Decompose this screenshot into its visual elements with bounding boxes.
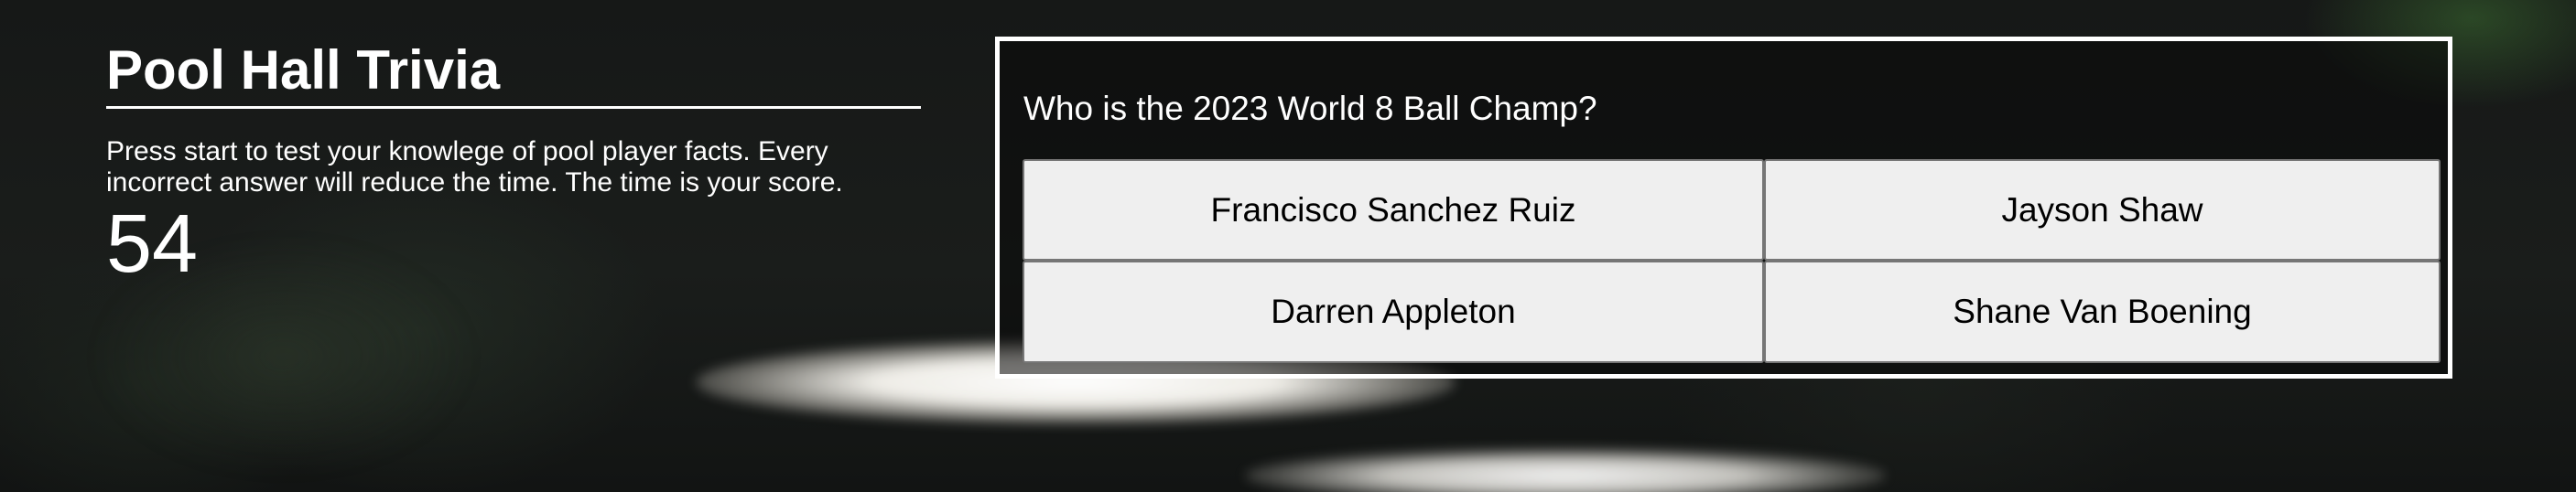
instructions-text: Press start to test your knowlege of poo… bbox=[106, 136, 843, 198]
question-card: Who is the 2023 World 8 Ball Champ? Fran… bbox=[995, 37, 2452, 379]
answer-button[interactable]: Shane Van Boening bbox=[1764, 261, 2441, 363]
question-text: Who is the 2023 World 8 Ball Champ? bbox=[1023, 90, 1597, 127]
background-light-glow bbox=[1245, 448, 1886, 492]
answer-grid: Francisco Sanchez Ruiz Jayson Shaw Darre… bbox=[1023, 159, 2441, 365]
answer-button[interactable]: Darren Appleton bbox=[1023, 261, 1764, 363]
answer-button[interactable]: Jayson Shaw bbox=[1764, 159, 2441, 261]
title-divider bbox=[106, 106, 921, 109]
answer-button[interactable]: Francisco Sanchez Ruiz bbox=[1023, 159, 1764, 261]
intro-panel: Pool Hall Trivia Press start to test you… bbox=[106, 35, 921, 290]
page-title: Pool Hall Trivia bbox=[106, 39, 501, 101]
timer-score: 54 bbox=[106, 198, 199, 290]
